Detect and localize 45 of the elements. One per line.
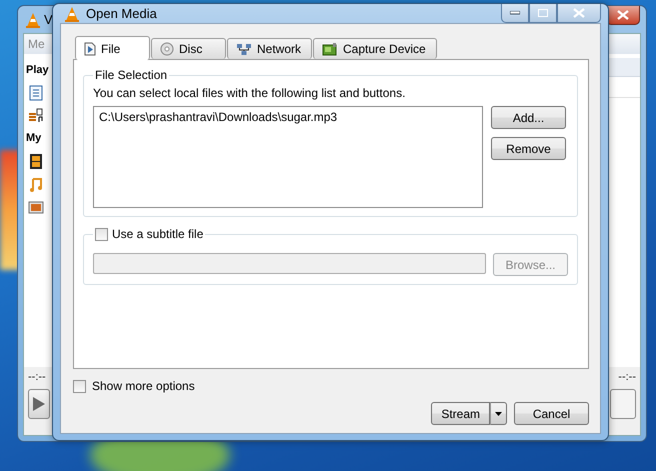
checkbox-label: Use a subtitle file: [112, 227, 204, 241]
dropdown-button[interactable]: [490, 402, 507, 425]
subtitle-path-field[interactable]: [93, 253, 486, 274]
music-note-icon: [28, 176, 44, 192]
minimize-icon: [510, 11, 520, 15]
elapsed-time: --:--: [28, 371, 46, 383]
checkbox-label: Show more options: [92, 379, 195, 393]
sidebar-heading: Play: [26, 63, 49, 78]
tab[interactable]: Network: [227, 38, 312, 59]
tab[interactable]: Disc: [151, 38, 226, 59]
description-text: You can select local files with the following list and buttons.: [93, 86, 406, 100]
traffic-cone-icon: [64, 6, 80, 22]
tab[interactable]: Capture Device: [313, 38, 437, 59]
document-icon: [28, 84, 44, 100]
file-path[interactable]: C:\Users\prashantravi\Downloads\sugar.mp3: [99, 110, 477, 124]
control-button[interactable]: [610, 389, 636, 419]
caret-icon: [495, 412, 502, 416]
close-icon: [573, 8, 585, 18]
file-button[interactable]: Add...: [491, 106, 566, 129]
film-icon: [28, 152, 44, 168]
play-button[interactable]: [28, 389, 50, 419]
stream-button[interactable]: Stream: [431, 402, 490, 425]
document-play-icon: [84, 42, 96, 56]
minimize-button[interactable]: [501, 4, 529, 23]
disc-icon: [160, 42, 174, 56]
picture-icon: [28, 198, 44, 214]
maximize-icon: [538, 9, 548, 17]
maximize-button[interactable]: [529, 4, 557, 23]
traffic-cone-icon: [25, 12, 41, 28]
total-time: --:--: [618, 371, 636, 383]
cancel-button[interactable]: Cancel: [514, 402, 589, 425]
play-icon: [32, 396, 46, 412]
capture-card-icon: [322, 42, 338, 56]
dialog-title: Open Media: [86, 6, 157, 21]
file-button[interactable]: Remove: [491, 137, 566, 160]
network-icon: [236, 42, 252, 56]
tab[interactable]: File: [75, 36, 150, 60]
close-button[interactable]: [606, 6, 640, 25]
group-title: File Selection: [94, 68, 168, 82]
file-list[interactable]: C:\Users\prashantravi\Downloads\sugar.mp3: [93, 106, 483, 208]
checkbox[interactable]: [73, 380, 86, 392]
sidebar-heading: My: [26, 131, 42, 146]
close-icon: [617, 10, 629, 20]
music-list-icon: [28, 108, 44, 124]
window-title: V: [44, 12, 53, 27]
